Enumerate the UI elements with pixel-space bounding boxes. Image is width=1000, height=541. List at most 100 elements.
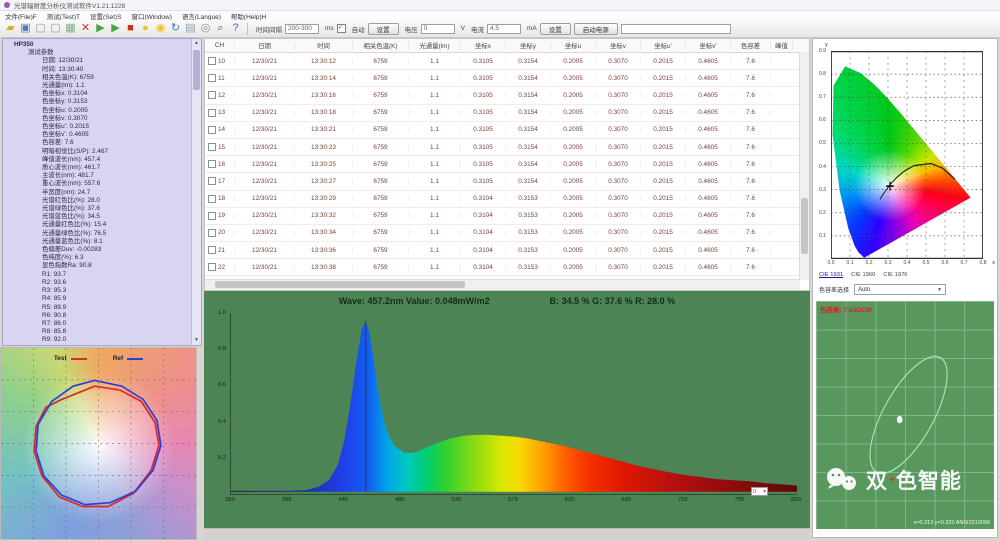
start-test-icon[interactable]: ▶ xyxy=(94,22,107,35)
tree-item[interactable]: 色坐标u': 0.2015 xyxy=(6,123,191,131)
table-row[interactable]: 1512/30/2113:30:2367591.10.31050.31540.2… xyxy=(205,139,809,156)
stop-icon[interactable]: ■ xyxy=(124,22,137,35)
scroll-up-icon[interactable]: ▲ xyxy=(192,39,201,48)
table-row[interactable]: 2212/30/2113:30:3867591.10.31040.31530.2… xyxy=(205,259,809,276)
row-checkbox[interactable] xyxy=(208,229,216,237)
row-checkbox[interactable] xyxy=(208,74,216,82)
table-row[interactable]: 1412/30/2113:30:2167591.10.31050.31540.2… xyxy=(205,122,809,139)
copy-icon[interactable]: ▢ xyxy=(34,22,47,35)
column-header[interactable]: 相关色温(K) xyxy=(353,41,409,50)
tree-item[interactable]: R9: 92.0 xyxy=(6,336,191,344)
auto-checkbox[interactable] xyxy=(337,24,346,33)
scrollbar-thumb[interactable] xyxy=(193,50,200,90)
tree-item[interactable]: R2: 93.6 xyxy=(6,279,191,287)
tab-cie-1931[interactable]: CIE 1931 xyxy=(819,272,843,278)
refresh-icon[interactable]: ↻ xyxy=(169,22,182,35)
search-icon[interactable]: ⌕ xyxy=(214,22,227,35)
table-row[interactable]: 1212/30/2113:30:1667591.10.31050.31540.2… xyxy=(205,87,809,104)
continuous-test-icon[interactable]: ▶ xyxy=(109,22,122,35)
power-set-button[interactable]: 设置 xyxy=(540,23,571,35)
tree-item[interactable]: 色坐标x: 0.3104 xyxy=(6,90,191,98)
tree-item[interactable]: R3: 95.3 xyxy=(6,287,191,295)
table-vertical-scrollbar[interactable] xyxy=(799,52,809,280)
table-row[interactable]: 1912/30/2113:30:3267591.10.31040.31530.2… xyxy=(205,208,809,225)
table-row[interactable]: 1812/30/2113:30:2967591.10.31040.31530.2… xyxy=(205,191,809,208)
column-header[interactable]: CH xyxy=(205,42,235,49)
table-row[interactable]: 1012/30/2113:30:1267591.10.31050.31540.2… xyxy=(205,53,809,70)
interval-set-button[interactable]: 设置 xyxy=(368,23,399,35)
column-header[interactable]: 坐标y xyxy=(506,41,551,50)
scrollbar-thumb[interactable] xyxy=(801,198,808,254)
smoothing-stepper[interactable]: 0 ▾ xyxy=(751,487,768,496)
tree-item[interactable]: 色坐标u: 0.2005 xyxy=(6,107,191,115)
tolerance-select[interactable]: Auto ▼ xyxy=(854,284,946,295)
tree-item[interactable]: R1: 93.7 xyxy=(6,271,191,279)
row-checkbox[interactable] xyxy=(208,177,216,185)
lamp-measure-icon[interactable]: ◉ xyxy=(154,22,167,35)
status-input[interactable] xyxy=(621,24,731,34)
paste-icon[interactable]: ▢ xyxy=(49,22,62,35)
interval-input[interactable] xyxy=(285,24,319,34)
voltage-input[interactable] xyxy=(421,24,455,34)
menu-item[interactable]: 帮助(Help)H xyxy=(231,11,266,21)
row-checkbox[interactable] xyxy=(208,212,216,220)
column-header[interactable]: 坐标x xyxy=(461,41,506,50)
tree-item[interactable]: 色容差: 7.6 xyxy=(6,139,191,147)
new-window-icon[interactable]: ▦ xyxy=(64,22,77,35)
delete-icon[interactable]: ✕ xyxy=(79,22,92,35)
tree-item[interactable]: 色坐标v: 0.3070 xyxy=(6,115,191,123)
tree-item[interactable]: 明暗视觉比(S/P): 2.467 xyxy=(6,148,191,156)
tree-root[interactable]: HP350 xyxy=(6,41,191,49)
tree-item[interactable]: 色纯度(%): 6.3 xyxy=(6,254,191,262)
tab-cie-1960[interactable]: CIE 1960 xyxy=(851,272,875,278)
column-header[interactable]: 峰值 xyxy=(771,41,793,50)
help-icon[interactable]: ? xyxy=(229,22,242,35)
tree-item[interactable]: 重心波长(nm): 557.6 xyxy=(6,180,191,188)
tree-item[interactable]: R4: 85.9 xyxy=(6,295,191,303)
save-icon[interactable]: ▣ xyxy=(19,22,32,35)
tree-item[interactable]: 相关色温(K): 6759 xyxy=(6,74,191,82)
menu-item[interactable]: 设置(Set)S xyxy=(90,11,121,21)
tree-item[interactable]: R7: 86.0 xyxy=(6,320,191,328)
menu-item[interactable]: 语言(Langue) xyxy=(182,11,221,21)
column-header[interactable]: 色容差 xyxy=(731,41,771,50)
export-icon[interactable]: ◎ xyxy=(199,22,212,35)
row-checkbox[interactable] xyxy=(208,263,216,271)
current-input[interactable] xyxy=(487,24,521,34)
column-header[interactable]: 坐标v' xyxy=(686,41,731,50)
tree-item[interactable]: 时间: 13:30:40 xyxy=(6,66,191,74)
tree-item[interactable]: 光通量绿色比(%): 76.5 xyxy=(6,230,191,238)
menu-item[interactable]: 窗口(Window) xyxy=(131,11,171,21)
tree-item[interactable]: 峰值波长(nm): 457.4 xyxy=(6,156,191,164)
tree-group[interactable]: 测试参数 xyxy=(6,49,191,57)
tree-item[interactable]: 光谱红色比(%): 28.0 xyxy=(6,197,191,205)
column-header[interactable]: 坐标u xyxy=(551,41,596,50)
report-icon[interactable]: ▤ xyxy=(184,22,197,35)
open-icon[interactable]: ▰ xyxy=(4,22,17,35)
row-checkbox[interactable] xyxy=(208,143,216,151)
table-row[interactable]: 1112/30/2113:30:1467591.10.31050.31540.2… xyxy=(205,70,809,87)
row-checkbox[interactable] xyxy=(208,195,216,203)
table-row[interactable]: 1712/30/2113:30:2767591.10.31050.31540.2… xyxy=(205,173,809,190)
row-checkbox[interactable] xyxy=(208,57,216,65)
sidebar-scrollbar[interactable]: ▲ ▼ xyxy=(191,39,201,345)
tree-item[interactable]: 光通量(lm): 1.1 xyxy=(6,82,191,90)
column-header[interactable]: 时间 xyxy=(295,41,353,50)
row-checkbox[interactable] xyxy=(208,126,216,134)
column-header[interactable]: 光通量(lm) xyxy=(409,41,461,50)
power-start-button[interactable]: 启动电源 xyxy=(574,23,618,35)
row-checkbox[interactable] xyxy=(208,91,216,99)
tree-item[interactable]: R6: 90.8 xyxy=(6,312,191,320)
scrollbar-thumb[interactable] xyxy=(215,281,465,288)
tree-item[interactable]: 日期: 12/30/21 xyxy=(6,57,191,65)
tree-item[interactable]: R8: 85.8 xyxy=(6,328,191,336)
column-header[interactable]: 坐标v xyxy=(596,41,641,50)
tree-item[interactable]: 色偏差Duv: -0.00283 xyxy=(6,246,191,254)
table-row[interactable]: 2012/30/2113:30:3467591.10.31040.31530.2… xyxy=(205,225,809,242)
row-checkbox[interactable] xyxy=(208,109,216,117)
tab-cie-1976[interactable]: CIE 1976 xyxy=(883,272,907,278)
table-row[interactable]: 1312/30/2113:30:1867591.10.31050.31540.2… xyxy=(205,105,809,122)
column-header[interactable]: 坐标u' xyxy=(641,41,686,50)
tree-item[interactable]: 色坐标y: 0.3153 xyxy=(6,98,191,106)
tree-item[interactable]: 光通量蓝色比(%): 8.1 xyxy=(6,238,191,246)
